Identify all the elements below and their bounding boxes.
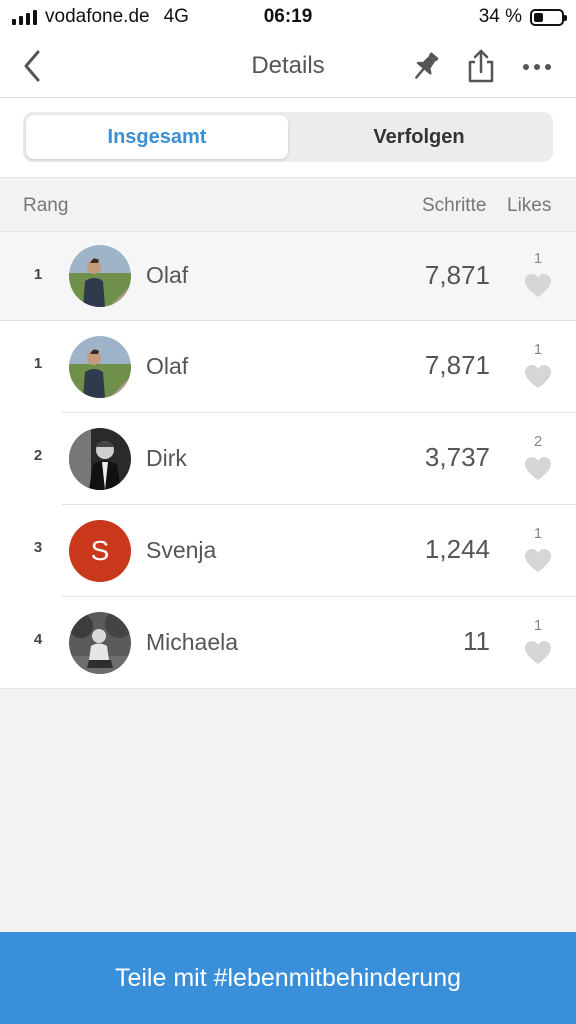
share-nav-button[interactable] xyxy=(463,48,499,84)
rank-number: 3 xyxy=(33,539,43,556)
rank-number: 2 xyxy=(33,447,43,464)
like-button[interactable] xyxy=(524,273,552,299)
avatar xyxy=(69,428,131,490)
battery-icon xyxy=(530,8,567,26)
like-button[interactable] xyxy=(524,456,552,482)
segmented-control: Insgesamt Verfolgen xyxy=(23,112,553,162)
like-count: 1 xyxy=(533,341,543,358)
leaderboard-row[interactable]: 3 S Svenja 1,244 1 xyxy=(0,505,576,597)
leaderboard-row[interactable]: 1 Olaf 7,871 1 xyxy=(0,321,576,413)
leaderboard-row[interactable]: 4 Michaela 11 1 xyxy=(0,597,576,689)
pin-icon xyxy=(415,52,439,79)
heart-icon xyxy=(525,274,551,297)
rank-number: 1 xyxy=(33,266,43,283)
more-icon xyxy=(523,64,551,70)
share-icon xyxy=(468,49,494,83)
status-right: 34 % xyxy=(478,6,567,28)
heart-icon xyxy=(525,549,551,572)
like-count: 1 xyxy=(533,617,543,634)
steps-value: 3,737 xyxy=(424,442,490,472)
column-header: Rang Schritte Likes xyxy=(0,178,576,232)
pin-button[interactable] xyxy=(408,48,444,84)
heart-icon xyxy=(525,457,551,480)
status-bar: vodafone.de 4G 06:19 34 % xyxy=(0,0,576,34)
row-divider xyxy=(0,688,576,689)
leaderboard-row[interactable]: 2 Dirk 3,737 2 xyxy=(0,413,576,505)
rank-header: Rang xyxy=(23,195,69,216)
like-count: 1 xyxy=(533,525,543,542)
like-count: 2 xyxy=(533,433,543,450)
like-button[interactable] xyxy=(524,364,552,390)
avatar xyxy=(69,245,131,307)
user-name: Olaf xyxy=(146,262,189,288)
segment-container: Insgesamt Verfolgen xyxy=(0,98,576,178)
steps-value: 7,871 xyxy=(424,350,490,380)
my-entry-row[interactable]: 1 Olaf 7,871 1 xyxy=(0,232,576,321)
steps-header: Schritte xyxy=(422,195,487,216)
heart-icon xyxy=(525,365,551,388)
user-name: Svenja xyxy=(146,537,217,563)
like-count: 1 xyxy=(533,250,543,267)
avatar xyxy=(69,612,131,674)
steps-value: 1,244 xyxy=(424,534,490,564)
tab-total[interactable]: Insgesamt xyxy=(26,115,288,159)
more-button[interactable] xyxy=(519,48,555,84)
steps-value: 11 xyxy=(463,626,490,656)
avatar xyxy=(69,336,131,398)
likes-header: Likes xyxy=(507,195,552,216)
avatar: S xyxy=(69,520,131,582)
tab-following[interactable]: Verfolgen xyxy=(288,115,550,159)
battery-fill xyxy=(534,12,543,22)
like-button[interactable] xyxy=(524,548,552,574)
back-button[interactable] xyxy=(18,48,50,84)
user-name: Michaela xyxy=(146,629,239,655)
like-button[interactable] xyxy=(524,640,552,666)
user-name: Olaf xyxy=(146,353,189,379)
nav-bar: Details xyxy=(0,34,576,98)
rank-number: 1 xyxy=(33,355,43,372)
user-name: Dirk xyxy=(146,445,187,471)
battery-percent: 34 % xyxy=(478,6,522,27)
heart-icon xyxy=(525,641,551,664)
steps-value: 7,871 xyxy=(424,260,490,290)
share-hashtag-button[interactable]: Teile mit #lebenmitbehinderung xyxy=(0,932,576,1024)
avatar-initial: S xyxy=(90,535,110,566)
rank-number: 4 xyxy=(33,631,43,648)
chevron-left-icon xyxy=(24,50,40,82)
